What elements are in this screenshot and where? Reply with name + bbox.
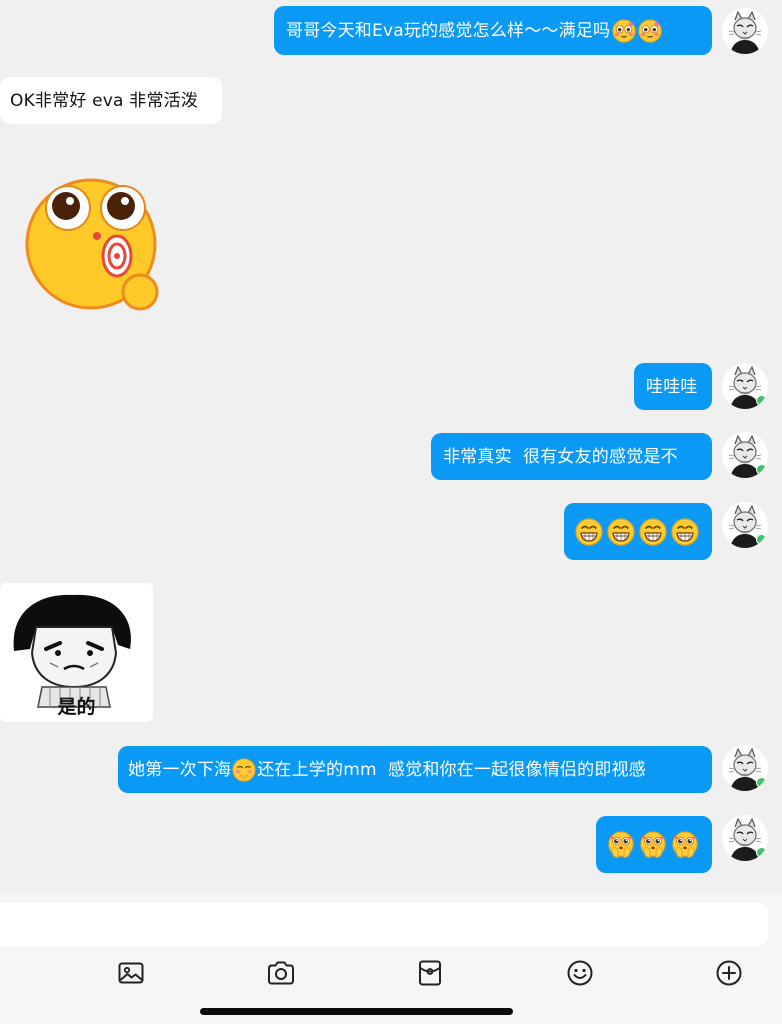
image-button[interactable] bbox=[113, 955, 149, 991]
meme-face-sticker[interactable]: 是的 bbox=[0, 583, 153, 722]
emoji-icon bbox=[567, 960, 593, 986]
shy-face-emoji bbox=[232, 758, 256, 782]
camera-icon bbox=[268, 961, 294, 985]
message-row bbox=[0, 502, 782, 560]
online-badge bbox=[756, 464, 767, 475]
avatar[interactable] bbox=[722, 502, 768, 548]
message-bubble-outgoing[interactable]: 哇哇哇 bbox=[634, 363, 712, 410]
message-text: 她第一次下海 bbox=[128, 759, 232, 780]
avatar[interactable] bbox=[722, 745, 768, 791]
image-icon bbox=[118, 962, 144, 984]
message-text: OK非常好 eva 非常活泼 bbox=[10, 90, 199, 111]
plus-button[interactable] bbox=[711, 955, 747, 991]
message-bubble-outgoing[interactable]: 她第一次下海 还在上学的mm 感觉和你在一起很像情侣的即视感 bbox=[118, 746, 712, 793]
emoji-button[interactable] bbox=[562, 955, 598, 991]
online-badge bbox=[756, 395, 767, 406]
message-text: 非常真实 很有女友的感觉是不 bbox=[443, 446, 678, 467]
message-bubble-outgoing[interactable] bbox=[596, 816, 712, 873]
red-packet-button[interactable] bbox=[412, 955, 448, 991]
message-row: 她第一次下海 还在上学的mm 感觉和你在一起很像情侣的即视感 bbox=[0, 745, 782, 793]
message-bubble-outgoing[interactable]: 哥哥今天和Eva玩的感觉怎么样～～满足吗 bbox=[274, 6, 712, 55]
avatar[interactable] bbox=[722, 363, 768, 409]
avatar[interactable] bbox=[722, 815, 768, 861]
lollipop-face-sticker[interactable] bbox=[24, 174, 164, 316]
message-text: 还在上学的mm 感觉和你在一起很像情侣的即视感 bbox=[257, 759, 646, 780]
avatar[interactable] bbox=[722, 8, 768, 54]
message-row: OK非常好 eva 非常活泼 bbox=[0, 77, 782, 124]
chat-area[interactable]: 哥哥今天和Eva玩的感觉怎么样～～满足吗 OK非常好 eva 非常活泼 哇哇哇 … bbox=[0, 0, 782, 890]
flushed-face-emoji bbox=[638, 19, 662, 43]
sticker-caption: 是的 bbox=[57, 696, 96, 718]
plus-icon bbox=[716, 960, 742, 986]
message-row bbox=[0, 815, 782, 873]
composer-bar bbox=[0, 893, 782, 1024]
online-badge bbox=[756, 847, 767, 858]
grinning-face-emoji bbox=[671, 518, 699, 546]
message-bubble-outgoing[interactable] bbox=[564, 503, 712, 560]
begging-face-emoji bbox=[671, 831, 699, 859]
message-bubble-incoming[interactable]: OK非常好 eva 非常活泼 bbox=[0, 77, 222, 124]
message-bubble-outgoing[interactable]: 非常真实 很有女友的感觉是不 bbox=[431, 433, 712, 480]
message-text: 哥哥今天和Eva玩的感觉怎么样～～满足吗 bbox=[286, 20, 611, 41]
flushed-face-emoji bbox=[612, 19, 636, 43]
message-text: 哇哇哇 bbox=[646, 376, 698, 397]
grinning-face-emoji bbox=[575, 518, 603, 546]
emoji-group bbox=[612, 19, 662, 43]
message-input[interactable] bbox=[0, 903, 768, 946]
online-badge bbox=[756, 777, 767, 788]
message-row: 非常真实 很有女友的感觉是不 bbox=[0, 432, 782, 480]
composer-toolbar bbox=[0, 955, 782, 991]
online-badge bbox=[756, 534, 767, 545]
message-row: 哇哇哇 bbox=[0, 362, 782, 410]
grinning-face-emoji bbox=[639, 518, 667, 546]
avatar[interactable] bbox=[722, 432, 768, 478]
begging-face-emoji bbox=[607, 831, 635, 859]
home-indicator bbox=[200, 1008, 513, 1015]
grinning-face-emoji bbox=[607, 518, 635, 546]
begging-face-emoji bbox=[639, 831, 667, 859]
message-row: 哥哥今天和Eva玩的感觉怎么样～～满足吗 bbox=[0, 6, 782, 56]
camera-button[interactable] bbox=[263, 955, 299, 991]
red-packet-icon bbox=[419, 960, 441, 986]
